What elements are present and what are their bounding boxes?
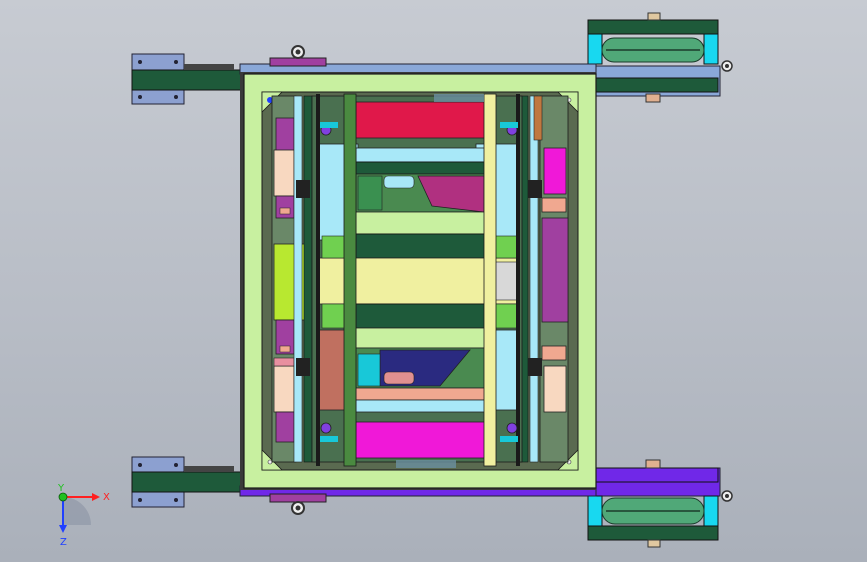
interior-left-column: [271, 95, 313, 463]
y-axis-label: Y: [57, 483, 65, 494]
x-axis-arrow-icon: [92, 493, 100, 501]
y-axis-dot-icon: [58, 492, 68, 502]
x-axis-label: X: [103, 492, 110, 503]
left-bottom-bracket: [131, 456, 243, 508]
z-axis-arrow-icon: [59, 525, 67, 533]
left-top-bracket: [131, 53, 243, 105]
axis-triad: X Y Z: [57, 483, 110, 548]
interior-right-column: [519, 95, 569, 463]
z-axis-label: Z: [60, 537, 67, 548]
top-rail: [239, 45, 597, 75]
right-top-wheel-assembly: [587, 12, 733, 103]
cad-viewport[interactable]: X Y Z: [0, 0, 867, 562]
cad-assembly-drawing: X Y Z: [57, 12, 733, 548]
bottom-rail: [239, 485, 597, 515]
right-bottom-wheel-assembly: [587, 459, 733, 548]
